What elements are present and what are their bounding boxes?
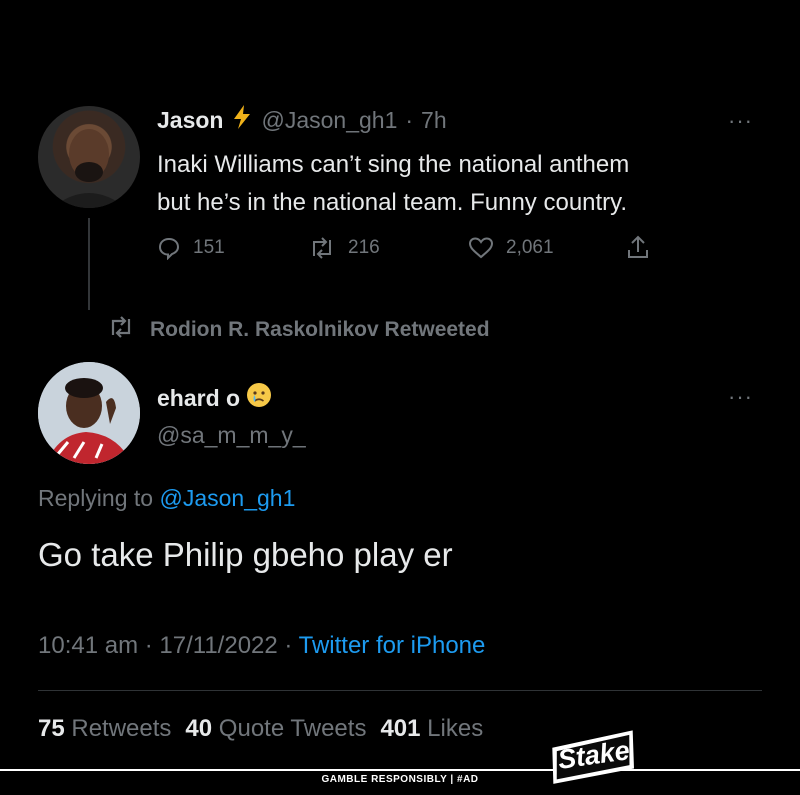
- jason-tweet-line-1: Inaki Williams can’t sing the national a…: [157, 151, 630, 178]
- replying-prefix: Replying to: [38, 485, 154, 511]
- ehard-avatar-image: [38, 362, 140, 464]
- quotes-stat-count: 40: [185, 715, 213, 742]
- likes-stat-count: 401: [380, 715, 421, 742]
- main-tweet-text: Go take Philip gbeho play er: [38, 536, 453, 573]
- jason-name[interactable]: Jason: [157, 107, 223, 134]
- gamble-responsibly-text: GAMBLE RESPONSIBLY | #AD: [321, 774, 479, 785]
- reply-count: 151: [193, 237, 225, 258]
- tweet-source-link[interactable]: Twitter for iPhone: [299, 632, 486, 659]
- ehard-name[interactable]: ehard o: [157, 385, 240, 412]
- share-action[interactable]: [626, 234, 650, 260]
- likes-stat-label: Likes: [427, 715, 484, 742]
- retweet-icon: [308, 236, 336, 260]
- share-icon: [626, 234, 650, 260]
- quotes-stat[interactable]: 40 Quote Tweets: [185, 715, 366, 743]
- tweet-stats: 75 Retweets 40 Quote Tweets 401 Likes: [38, 715, 483, 743]
- retweet-banner[interactable]: Rodion R. Raskolnikov Retweeted: [106, 315, 490, 345]
- jason-handle[interactable]: @Jason_gh1: [261, 107, 397, 134]
- heart-icon: [468, 236, 494, 260]
- reply-action[interactable]: 151: [157, 236, 225, 260]
- jason-time[interactable]: 7h: [421, 107, 447, 134]
- likes-stat[interactable]: 401 Likes: [380, 715, 483, 743]
- tweet-meta: 10:41 am · 17/11/2022 · Twitter for iPho…: [38, 632, 485, 660]
- ehard-avatar[interactable]: [38, 362, 140, 464]
- retweets-stat-label: Retweets: [71, 715, 172, 742]
- quotes-stat-label: Quote Tweets: [218, 715, 367, 742]
- dot-separator: ·: [405, 106, 414, 133]
- tweet-timestamp[interactable]: 10:41 am · 17/11/2022 ·: [38, 632, 299, 659]
- like-action[interactable]: 2,061: [468, 236, 554, 260]
- replying-to: Replying to @Jason_gh1: [38, 485, 295, 512]
- jason-tweet-text: Inaki Williams can’t sing the national a…: [157, 146, 629, 222]
- crying-face-emoji-icon: [246, 382, 272, 414]
- retweet-count: 216: [348, 237, 380, 258]
- replying-handle-link[interactable]: @Jason_gh1: [159, 485, 295, 511]
- ehard-handle[interactable]: @sa_m_m_y_: [157, 422, 306, 449]
- ehard-more-icon[interactable]: ···: [728, 386, 753, 408]
- retweet-banner-text: Rodion R. Raskolnikov Retweeted: [150, 318, 490, 341]
- jason-tweet-line-2: but he’s in the national team. Funny cou…: [157, 189, 628, 216]
- retweets-stat[interactable]: 75 Retweets: [38, 715, 171, 743]
- retweet-action[interactable]: 216: [308, 236, 380, 260]
- lightning-icon: [231, 104, 253, 136]
- like-count: 2,061: [506, 237, 554, 258]
- reply-icon: [157, 236, 181, 260]
- divider: [38, 690, 762, 691]
- retweet-banner-icon: [106, 315, 136, 345]
- jason-avatar-image: [52, 129, 126, 208]
- retweets-stat-count: 75: [38, 715, 65, 742]
- jason-avatar[interactable]: [38, 106, 140, 208]
- jason-more-icon[interactable]: ···: [728, 110, 753, 132]
- thread-line: [88, 218, 90, 310]
